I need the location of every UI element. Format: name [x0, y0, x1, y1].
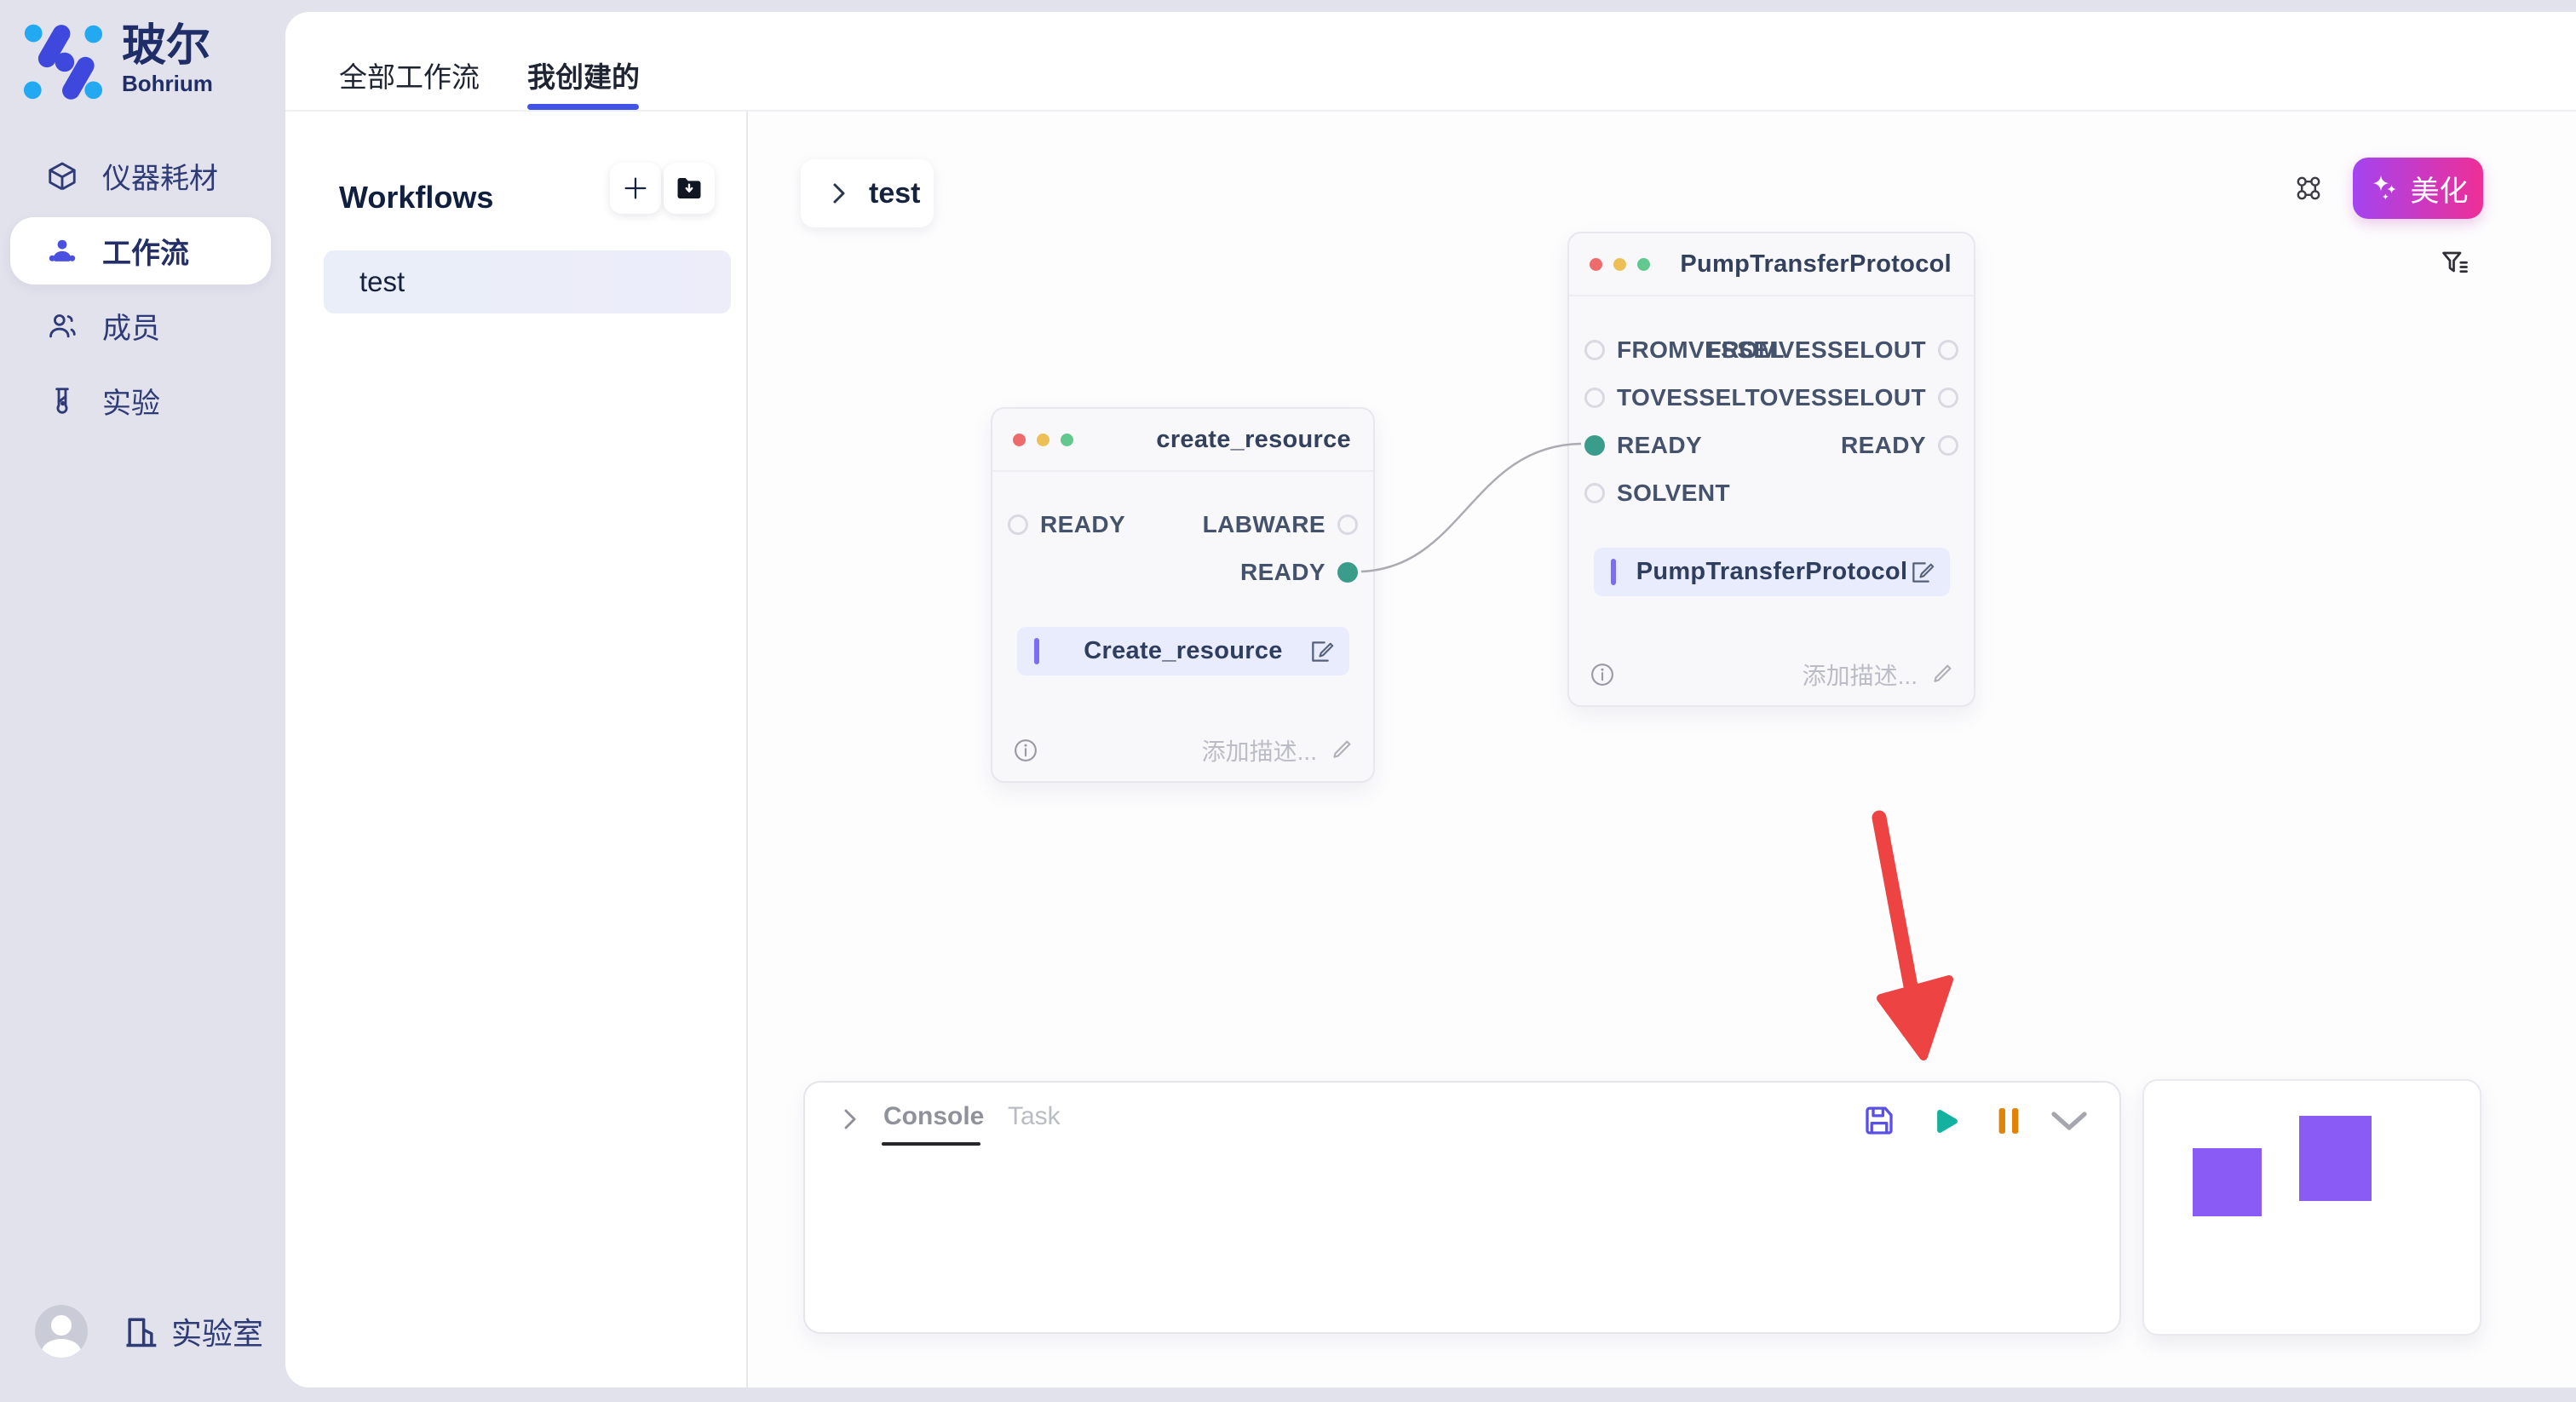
bohrium-logo-icon: [23, 21, 103, 101]
workflow-item-label: test: [359, 266, 405, 298]
tab-console[interactable]: Console: [883, 1102, 984, 1131]
sidebar-item-experiments[interactable]: 实验: [10, 367, 271, 434]
header-tabbar: 全部工作流 我创建的: [285, 12, 2576, 112]
workflow-node-pump-transfer-protocol[interactable]: PumpTransferProtocol FROMVESSEL TOVESSEL…: [1567, 232, 1975, 707]
pill-label: Create_resource: [1017, 627, 1349, 675]
traffic-yellow-dot: [1037, 434, 1049, 446]
port-circle[interactable]: [1938, 388, 1958, 408]
folder-download-icon: [675, 174, 704, 203]
port-label: READY: [1841, 432, 1926, 459]
sidebar-item-label: 工作流: [102, 230, 189, 272]
node-title: create_resource: [1156, 426, 1351, 454]
workflow-node-create-resource[interactable]: create_resource READY LABWARE READY Crea…: [991, 407, 1375, 783]
edit-icon[interactable]: [1308, 638, 1336, 665]
collapse-chevron-right-icon[interactable]: [839, 1106, 861, 1132]
sidebar-item-label: 仪器耗材: [102, 155, 218, 197]
brand-subtitle: Bohrium: [122, 71, 213, 96]
port-solvent-in[interactable]: SOLVENT: [1569, 482, 1974, 504]
sidebar-item-members[interactable]: 成员: [10, 292, 271, 359]
sparkles-icon: [2368, 171, 2402, 205]
traffic-yellow-dot: [1613, 258, 1626, 271]
workflow-list-panel: Workflows test: [285, 112, 748, 1388]
port-ready-out[interactable]: READY: [992, 561, 1373, 583]
chevron-down-icon[interactable]: [2049, 1110, 2090, 1134]
building-icon: [122, 1312, 159, 1351]
run-icon[interactable]: [1926, 1103, 1962, 1139]
workflow-panel-title: Workflows: [339, 180, 493, 215]
node-footer: 添加描述...: [992, 733, 1373, 767]
tab-my-created[interactable]: 我创建的: [527, 55, 640, 95]
port-circle[interactable]: [1938, 435, 1958, 456]
command-palette-button[interactable]: [2294, 174, 2323, 207]
chevron-right-icon: [828, 181, 850, 206]
beautify-label: 美化: [2411, 168, 2469, 210]
node-footer: 添加描述...: [1569, 658, 1974, 692]
lab-switcher[interactable]: 实验室: [122, 1309, 263, 1353]
users-icon: [46, 310, 78, 342]
port-labware-out[interactable]: LABWARE: [992, 514, 1373, 536]
console-tab-underline: [882, 1142, 980, 1146]
tab-task[interactable]: Task: [1008, 1102, 1061, 1131]
test-tube-icon: [46, 385, 78, 417]
filter-icon: [2440, 248, 2470, 279]
minimap-node-pump-transfer: [2299, 1116, 2372, 1201]
pencil-icon[interactable]: [1929, 661, 1955, 687]
plus-icon: [621, 174, 650, 203]
sidebar-item-instruments[interactable]: 仪器耗材: [10, 142, 271, 210]
info-icon[interactable]: [1590, 662, 1615, 687]
sidebar: 玻尔 Bohrium 仪器耗材 工作流 成员: [0, 0, 285, 1402]
port-label: READY: [1240, 559, 1325, 586]
sidebar-item-label: 实验: [102, 380, 160, 422]
edit-icon[interactable]: [1909, 559, 1936, 586]
port-ready-out[interactable]: READY: [1569, 434, 1974, 457]
traffic-red-dot: [1590, 258, 1602, 271]
beautify-button[interactable]: 美化: [2353, 158, 2483, 219]
port-label: SOLVENT: [1617, 480, 1730, 507]
port-circle[interactable]: [1584, 483, 1605, 503]
port-circle[interactable]: [1938, 340, 1958, 360]
add-workflow-button[interactable]: [610, 163, 661, 214]
lab-label: 实验室: [171, 1309, 263, 1353]
description-placeholder[interactable]: 添加描述...: [1803, 658, 1918, 692]
node-header: PumpTransferProtocol: [1569, 233, 1974, 296]
traffic-green-dot: [1637, 258, 1650, 271]
console-panel: Console Task: [803, 1081, 2121, 1334]
node-header: create_resource: [992, 409, 1373, 472]
people-icon: [46, 235, 78, 267]
description-placeholder[interactable]: 添加描述...: [1202, 733, 1317, 767]
pill-label: PumpTransferProtocol: [1594, 548, 1950, 596]
pencil-icon[interactable]: [1329, 737, 1354, 762]
active-tab-underline: [527, 104, 639, 110]
port-fromvesselout-out[interactable]: FROMVESSELOUT: [1569, 339, 1974, 361]
sidebar-item-workflows[interactable]: 工作流: [10, 217, 271, 284]
pause-icon[interactable]: [1991, 1103, 2027, 1139]
port-tovesselout-out[interactable]: TOVESSELOUT: [1569, 387, 1974, 409]
sidebar-item-label: 成员: [102, 305, 160, 347]
minimap-node-create-resource: [2193, 1148, 2262, 1216]
user-avatar[interactable]: [35, 1305, 88, 1358]
filter-button[interactable]: [2440, 248, 2470, 283]
info-icon[interactable]: [1013, 738, 1038, 763]
port-circle-connected[interactable]: [1337, 562, 1358, 583]
port-circle[interactable]: [1337, 514, 1358, 535]
brand: 玻尔 Bohrium: [23, 21, 213, 101]
port-label: FROMVESSELOUT: [1707, 336, 1926, 364]
workflow-list-item-test[interactable]: test: [324, 250, 731, 313]
node-title: PumpTransferProtocol: [1680, 250, 1952, 279]
import-workflow-button[interactable]: [664, 163, 715, 214]
brand-name: 玻尔: [122, 21, 213, 71]
port-label: LABWARE: [1203, 511, 1325, 538]
node-function-pill[interactable]: PumpTransferProtocol: [1594, 548, 1950, 596]
traffic-green-dot: [1061, 434, 1073, 446]
tab-all-workflows[interactable]: 全部工作流: [339, 55, 480, 95]
package-icon: [46, 160, 78, 192]
breadcrumb-label: test: [869, 177, 920, 210]
minimap[interactable]: [2142, 1079, 2481, 1336]
traffic-red-dot: [1013, 434, 1026, 446]
command-icon: [2294, 174, 2323, 203]
breadcrumb[interactable]: test: [801, 159, 934, 227]
save-icon[interactable]: [1861, 1103, 1897, 1139]
node-function-pill[interactable]: Create_resource: [1017, 627, 1349, 675]
port-label: TOVESSELOUT: [1745, 384, 1926, 411]
